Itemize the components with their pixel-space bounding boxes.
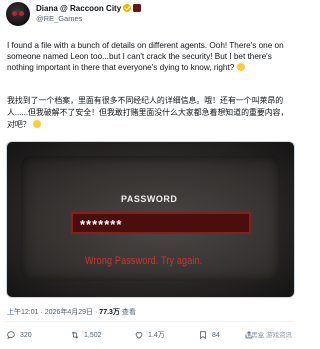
emoji-icon [32, 120, 41, 128]
avatar-eye-left [12, 11, 17, 16]
tweet: Diana @ Raccoon City @RE_Games I found a… [0, 0, 300, 349]
views-label: 查看 [121, 309, 136, 316]
reply-icon [7, 331, 15, 340]
emoji-icon [236, 63, 245, 72]
display-name-text: Diana @ Raccoon City [36, 4, 122, 13]
bookmark-count: 84 [212, 331, 220, 339]
watermark: 小黑盒 游戏资讯 [244, 332, 292, 339]
post-meta: 上午12:01 · 2026年4月29日 · 77.3万 查看 [7, 307, 294, 317]
action-bar: 320 1,502 1.4万 84 小黑盒 游戏资讯 [6, 328, 294, 344]
post-date[interactable]: 2026年4月29日 [45, 309, 93, 316]
reply-count: 320 [20, 331, 32, 339]
post-text-english: I found a file with a bunch of details o… [7, 40, 295, 74]
post-time[interactable]: 上午12:01 [7, 309, 39, 316]
password-label: PASSWORD [121, 194, 178, 204]
meta-separator: · [40, 309, 43, 316]
avatar-eye-right [19, 11, 24, 16]
retweet-count: 1,502 [84, 331, 102, 339]
password-error-message: Wrong Password. Try again. [85, 255, 203, 267]
views-count: 77.3万 [99, 309, 120, 316]
author-names: Diana @ Raccoon City @RE_Games [36, 3, 294, 24]
reply-button[interactable]: 320 [6, 328, 32, 342]
heart-icon [135, 332, 143, 339]
bookmark-button[interactable]: 84 [198, 328, 220, 342]
author-handle[interactable]: @RE_Games [36, 14, 294, 24]
author-display-name[interactable]: Diana @ Raccoon City [36, 3, 294, 14]
affiliate-badge-icon [133, 4, 142, 12]
post-image[interactable]: PASSWORD ******* Wrong Password. Try aga… [6, 141, 295, 298]
bookmark-icon [200, 331, 206, 340]
post-text-zh: 我找到了一个档案，里面有很多不同经纪人的详细信息。哦！还有一个叫莱昂的人....… [7, 96, 289, 129]
like-button[interactable]: 1.4万 [134, 328, 165, 342]
retweet-icon [71, 331, 79, 339]
post-text-chinese: 我找到了一个档案，里面有很多不同经纪人的详细信息。哦！还有一个叫莱昂的人....… [7, 95, 295, 131]
tweet-header: Diana @ Raccoon City @RE_Games [6, 2, 294, 28]
password-field: ******* [71, 212, 251, 234]
meta-separator: · [95, 309, 98, 316]
like-count: 1.4万 [148, 332, 165, 339]
retweet-button[interactable]: 1,502 [70, 328, 102, 342]
password-value: ******* [80, 217, 123, 232]
avatar[interactable] [6, 2, 30, 26]
verified-badge-icon [123, 4, 132, 12]
screen-frame: PASSWORD ******* Wrong Password. Try aga… [21, 156, 280, 281]
divider [6, 321, 294, 322]
